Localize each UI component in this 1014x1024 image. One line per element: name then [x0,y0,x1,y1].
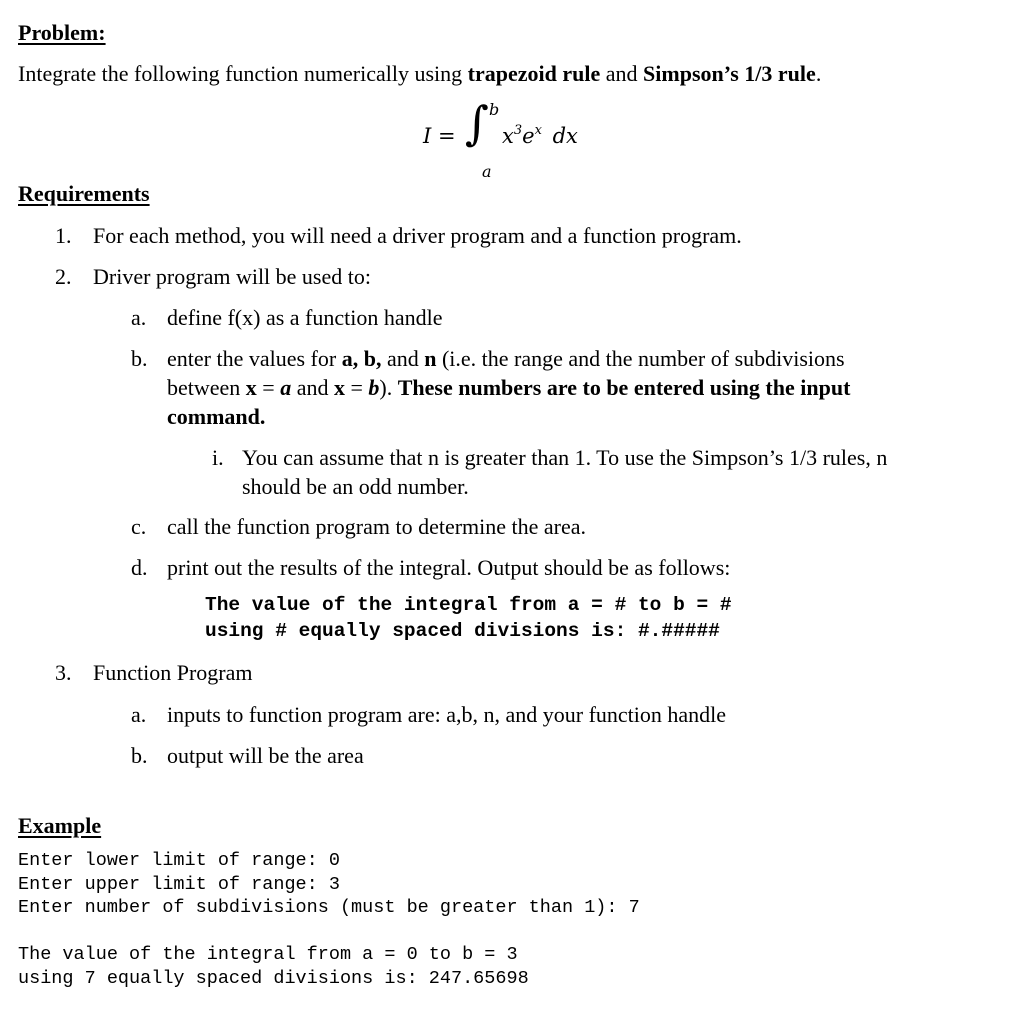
driver-b-i-line-1: You can assume that n is greater than 1.… [242,445,888,470]
example-result-line-1: The value of the integral from a = 0 to … [18,944,518,965]
driver-c-text: call the function program to determine t… [167,514,587,539]
driver-b-line-3: command. [167,404,266,429]
example-result-line-2: using 7 equally spaced divisions is: 247… [18,968,529,989]
integrand-base-x: x [502,124,514,148]
intro-text: Integrate the following function numeric… [18,61,468,86]
list-marker: i. [212,445,224,470]
text: (i.e. the range and the number of subdiv… [436,346,845,371]
intro-bold-trapezoid: trapezoid rule [467,61,601,86]
driver-a-text: define f(x) as a function handle [167,305,443,330]
function-a-text: inputs to function program are: a,b, n, … [167,702,727,727]
example-heading: Example [18,813,102,838]
bold-ab: a, b, [341,346,382,371]
integrand-exponent-3: 3 [513,123,523,138]
list-marker: d. [131,555,148,580]
intro-text: and [600,61,644,86]
output-format-line-2: using # equally spaced divisions is: #.#… [205,620,720,642]
list-marker: 1. [55,223,72,248]
example-prompt-upper: Enter upper limit of range: 3 [18,874,340,895]
intro-bold-simpson: Simpson’s 1/3 rule [643,61,816,86]
driver-b-line-2: between x = a and x = b). These numbers … [167,375,850,401]
requirement-1-text: For each method, you will need a driver … [93,223,742,248]
example-prompt-lower: Enter lower limit of range: 0 [18,850,340,871]
problem-heading: Problem: [18,20,106,45]
integrand-exponent-x: x [534,123,542,138]
list-marker: b. [131,743,148,768]
driver-b-i-line-2: should be an odd number. [242,474,469,499]
text: enter the values for [167,346,342,371]
lower-limit: a [482,162,492,181]
driver-d-text: print out the results of the integral. O… [167,555,731,580]
requirements-heading: Requirements [18,181,150,206]
list-marker: 3. [55,660,72,685]
list-marker: a. [131,702,147,727]
math-b: b [368,375,380,400]
requirement-3-text: Function Program [93,660,253,685]
driver-b-line-1: enter the values for a, b, and n (i.e. t… [167,346,845,372]
equation-lhs: I = [423,124,456,148]
integrand: x3ex dx [502,123,578,148]
math-a: a [280,375,292,400]
list-marker: a. [131,305,147,330]
list-marker: c. [131,514,147,539]
text: = [256,375,281,400]
upper-limit: b [489,100,500,119]
text: and [381,346,425,371]
list-marker: b. [131,346,148,371]
differential: dx [552,124,578,148]
intro-text: . [815,61,822,86]
text: ). [379,375,398,400]
integral-sign: ∫ [465,96,489,150]
text: and [291,375,334,400]
text: = [344,375,369,400]
list-marker: 2. [55,264,72,289]
requirement-2-text: Driver program will be used to: [93,264,371,289]
math-x: x [245,375,257,400]
bold-n: n [424,346,437,371]
math-x: x [333,375,345,400]
example-prompt-subdivisions: Enter number of subdivisions (must be gr… [18,897,640,918]
function-b-text: output will be the area [167,743,364,768]
problem-intro: Integrate the following function numeric… [18,61,821,87]
text: between [167,375,246,400]
integrand-base-e: e [522,124,535,148]
bold-input-note: These numbers are to be entered using th… [397,375,851,400]
output-format-line-1: The value of the integral from a = # to … [205,594,732,616]
